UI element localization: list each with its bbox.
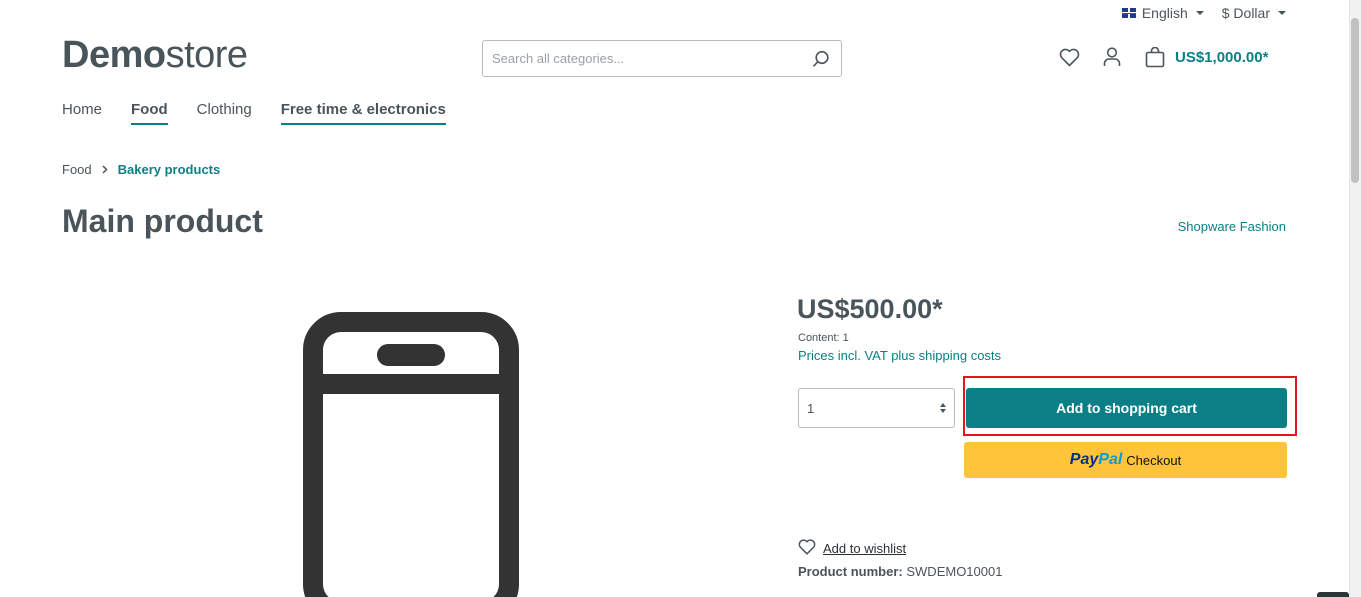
heart-icon[interactable]: [1058, 46, 1080, 68]
select-arrows-icon: [940, 403, 946, 413]
user-icon[interactable]: [1101, 46, 1123, 68]
store-logo[interactable]: Demostore: [62, 34, 248, 77]
quantity-value: 1: [807, 400, 815, 416]
heart-outline-icon: [798, 539, 816, 558]
product-image-placeholder: [300, 310, 522, 597]
logo-light: store: [165, 34, 248, 76]
nav-item-food[interactable]: Food: [131, 101, 168, 125]
paypal-checkout-label: Checkout: [1126, 452, 1182, 468]
main-navigation: Home Food Clothing Free time & electroni…: [62, 101, 446, 125]
language-label: English: [1141, 5, 1188, 21]
product-number: Product number: SWDEMO10001: [798, 564, 1002, 579]
scrollbar-thumb[interactable]: [1351, 18, 1359, 183]
breadcrumb-item-food[interactable]: Food: [62, 162, 92, 177]
currency-label: $ Dollar: [1221, 5, 1270, 21]
chevron-right-icon: [102, 162, 108, 177]
floating-widget[interactable]: [1317, 592, 1349, 597]
wishlist-label: Add to wishlist: [823, 541, 907, 556]
uk-flag-icon: [1121, 8, 1136, 18]
search-input[interactable]: [483, 41, 801, 76]
nav-item-clothing[interactable]: Clothing: [197, 101, 252, 125]
shopping-bag-icon[interactable]: [1144, 46, 1166, 68]
search-icon[interactable]: [801, 41, 841, 76]
product-number-value: SWDEMO10001: [906, 564, 1003, 579]
top-bar: English $ Dollar: [1121, 5, 1286, 21]
add-to-cart-button[interactable]: Add to shopping cart: [966, 388, 1287, 428]
product-content: Content: 1: [798, 332, 849, 344]
paypal-logo-pay: Pay: [1069, 451, 1099, 468]
manufacturer-link[interactable]: Shopware Fashion: [1178, 219, 1286, 234]
page-scrollbar[interactable]: [1349, 0, 1361, 597]
nav-item-home[interactable]: Home: [62, 101, 102, 125]
header-actions: US$1,000.00*: [1058, 46, 1268, 68]
product-price: US$500.00*: [797, 294, 943, 324]
nav-item-free-time-electronics[interactable]: Free time & electronics: [280, 101, 446, 125]
page-title: Main product: [62, 203, 263, 239]
caret-down-icon: [1195, 11, 1204, 15]
smartphone-placeholder-icon: [303, 312, 519, 597]
search-box: [482, 40, 842, 77]
breadcrumb: Food Bakery products: [62, 162, 220, 177]
language-dropdown[interactable]: English: [1121, 5, 1204, 21]
currency-dropdown[interactable]: $ Dollar: [1222, 5, 1286, 21]
paypal-checkout-button[interactable]: PayPal Checkout: [964, 442, 1287, 478]
tax-shipping-link[interactable]: Prices incl. VAT plus shipping costs: [798, 348, 1001, 363]
quantity-select[interactable]: 1: [798, 388, 955, 428]
caret-down-icon: [1278, 11, 1286, 15]
paypal-logo: PayPal: [1070, 451, 1122, 469]
paypal-logo-pal: Pal: [1098, 451, 1123, 468]
cart-total[interactable]: US$1,000.00*: [1175, 49, 1268, 66]
product-number-label: Product number:: [798, 564, 903, 579]
breadcrumb-item-bakery-products[interactable]: Bakery products: [118, 162, 221, 177]
add-to-wishlist-link[interactable]: Add to wishlist: [798, 539, 906, 558]
logo-bold: Demo: [62, 34, 166, 76]
